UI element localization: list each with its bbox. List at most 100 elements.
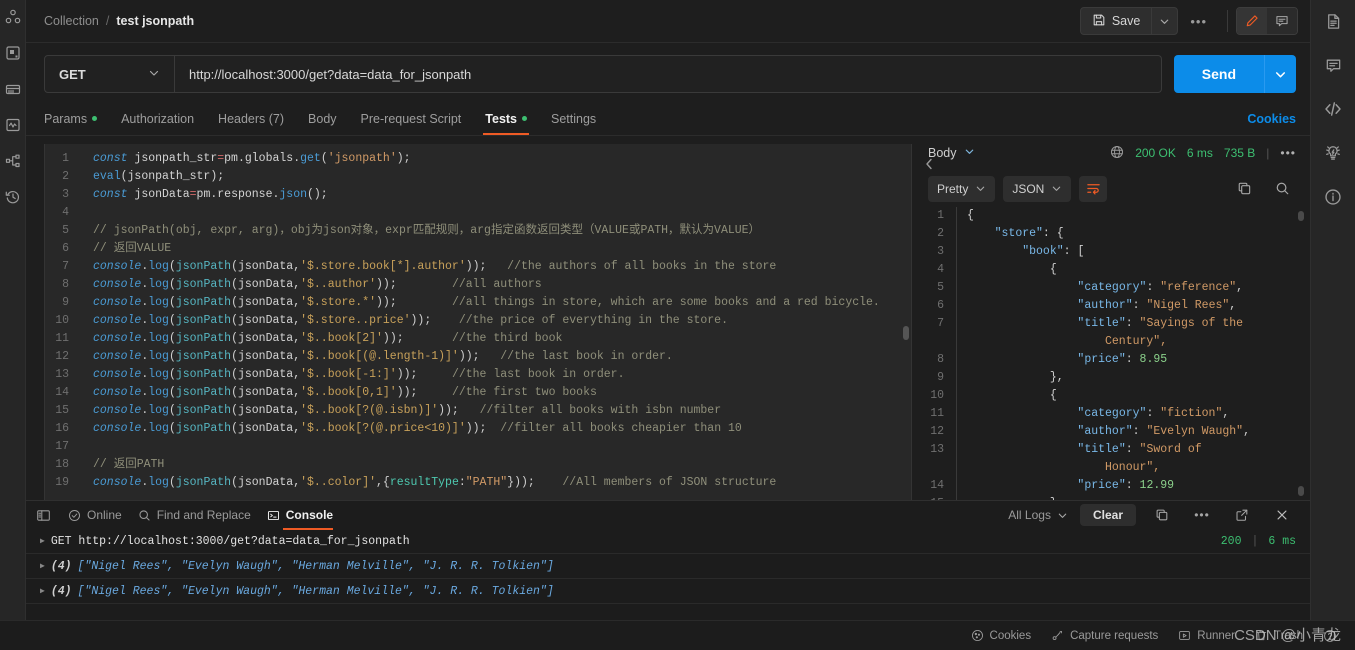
response-more-button[interactable]: ••• [1280, 146, 1296, 160]
sidebar-toggle-icon[interactable] [34, 506, 52, 524]
json-line-number: 10 [930, 388, 944, 402]
tab-tests[interactable]: Tests [483, 111, 529, 135]
chevron-down-icon [148, 67, 160, 82]
line-number: 14 [55, 385, 69, 399]
response-meta: 200 OK 6 ms 735 B | ••• [1110, 145, 1296, 162]
search-icon[interactable] [1268, 176, 1296, 202]
main-area: Collection / test jsonpath Save ••• GET … [0, 0, 1355, 650]
footer-help[interactable] [1323, 629, 1343, 643]
open-external-icon[interactable] [1228, 502, 1256, 528]
console-tab-find-and-replace[interactable]: Find and Replace [138, 501, 251, 529]
tab-pre-request-script[interactable]: Pre-request Script [361, 112, 462, 135]
tab-authorization[interactable]: Authorization [121, 112, 194, 135]
response-body-selector[interactable]: Body [928, 146, 975, 160]
line-number: 11 [55, 331, 69, 345]
code-editor[interactable]: 1 const jsonpath_str=pm.globals.get('json… [44, 143, 912, 500]
history-icon[interactable] [4, 188, 22, 206]
globe-icon [1110, 145, 1124, 162]
footer-runner[interactable]: Runner [1178, 629, 1235, 642]
environments-icon[interactable] [4, 80, 22, 98]
json-line-text: { [956, 260, 1310, 279]
close-icon[interactable] [1268, 502, 1296, 528]
code-snippet-icon[interactable] [1324, 100, 1342, 118]
console-log-row[interactable]: ▶ (4) ["Nigel Rees", "Evelyn Waugh", "Herm… [26, 579, 1310, 604]
footer-capture-requests[interactable]: Capture requests [1051, 629, 1158, 642]
response-language-selector[interactable]: JSON [1003, 175, 1072, 202]
apis-icon[interactable] [4, 44, 22, 62]
edit-mode-button[interactable] [1237, 8, 1267, 35]
json-line-text: "author": "Nigel Rees", [956, 296, 1310, 315]
save-button[interactable]: Save [1081, 8, 1152, 34]
editor-scrollbar[interactable] [903, 150, 909, 494]
code-line-text [79, 204, 911, 222]
json-line-text: "store": { [956, 224, 1310, 243]
comments-icon[interactable] [1324, 56, 1342, 74]
tab-label: Body [308, 111, 337, 126]
method-selector[interactable]: GET [45, 56, 175, 93]
response-scrollbar[interactable] [1298, 210, 1304, 496]
breadcrumb-collection[interactable]: Collection [44, 14, 99, 28]
tab-settings[interactable]: Settings [551, 112, 596, 135]
expand-caret-icon[interactable]: ▶ [40, 561, 45, 571]
footer-trash[interactable]: Trash [1255, 629, 1303, 642]
flows-icon[interactable] [4, 152, 22, 170]
logs-filter-selector[interactable]: All Logs [1008, 501, 1068, 529]
code-line: 16 console.log(jsonPath(jsonData,'$..book… [45, 420, 911, 438]
view-toggle-group [1236, 7, 1298, 36]
code-line-text: console.log(jsonPath(jsonData,'$..book[2… [93, 331, 563, 345]
line-number: 12 [55, 349, 69, 363]
response-json-viewer[interactable]: 1{2 "store": {3 "book": [4 {5 "category"… [912, 206, 1310, 500]
footer-cookies[interactable]: Cookies [971, 629, 1031, 642]
line-number: 7 [62, 259, 69, 273]
header-more-button[interactable]: ••• [1178, 7, 1219, 35]
console-tab-online[interactable]: Online [68, 501, 122, 529]
collapse-panel-button[interactable] [924, 158, 934, 173]
save-dropdown-caret[interactable] [1151, 8, 1177, 35]
logs-filter-label: All Logs [1008, 508, 1051, 522]
breadcrumb-current[interactable]: test jsonpath [116, 14, 194, 28]
tab-modified-dot [92, 116, 98, 122]
json-line-text: { [956, 386, 1310, 405]
line-number: 8 [62, 277, 69, 291]
line-number: 9 [62, 295, 69, 309]
expand-caret-icon[interactable]: ▶ [40, 586, 45, 596]
json-line-number: 15 [914, 495, 956, 500]
clear-console-button[interactable]: Clear [1079, 504, 1136, 526]
postbot-icon[interactable] [1324, 144, 1342, 162]
json-line-text: "title": "Sword of Honour", [956, 440, 1310, 477]
monitors-icon[interactable] [4, 116, 22, 134]
console-log-row[interactable]: ▶ (4) ["Nigel Rees", "Evelyn Waugh", "Herm… [26, 554, 1310, 579]
info-icon[interactable] [1324, 188, 1342, 206]
footer-item-label: Runner [1197, 629, 1236, 642]
tab-headers-7[interactable]: Headers (7) [218, 112, 284, 135]
wrap-lines-icon[interactable] [1079, 175, 1108, 202]
help-icon [1323, 629, 1337, 643]
send-button[interactable]: Send [1173, 55, 1264, 94]
log-status: 200 [1220, 534, 1242, 548]
code-line: 5 // jsonPath(obj, expr, arg)，obj为json对象，… [45, 222, 911, 240]
tab-label: Authorization [121, 111, 195, 126]
url-input[interactable]: http://localhost:3000/get?data=data_for_… [175, 56, 1161, 92]
documentation-icon[interactable] [1324, 12, 1342, 30]
send-dropdown-caret[interactable] [1264, 55, 1296, 94]
console-log-row[interactable]: ▶ GET http://localhost:3000/get?data=data… [26, 529, 1310, 554]
console-more-icon[interactable]: ••• [1188, 502, 1216, 528]
collections-icon[interactable] [4, 8, 22, 26]
expand-caret-icon[interactable]: ▶ [40, 536, 45, 546]
cookie-icon [971, 629, 984, 642]
code-line: 2 eval(jsonpath_str); [45, 168, 911, 186]
comment-mode-button[interactable] [1267, 8, 1297, 35]
tab-params[interactable]: Params [44, 112, 98, 135]
cookies-link[interactable]: Cookies [1247, 112, 1296, 135]
trash-icon [1255, 629, 1268, 642]
copy-icon[interactable] [1230, 176, 1258, 202]
tab-body[interactable]: Body [308, 112, 337, 135]
code-line: 18 // 返回PATH [45, 456, 911, 474]
json-line-number: 9 [937, 370, 944, 384]
tab-label: Tests [485, 111, 518, 126]
json-line-number: 12 [930, 424, 944, 438]
response-format-selector[interactable]: Pretty [928, 175, 996, 202]
console-tab-console[interactable]: Console [267, 501, 334, 530]
json-line-number: 1 [937, 208, 944, 222]
copy-icon[interactable] [1148, 502, 1176, 528]
